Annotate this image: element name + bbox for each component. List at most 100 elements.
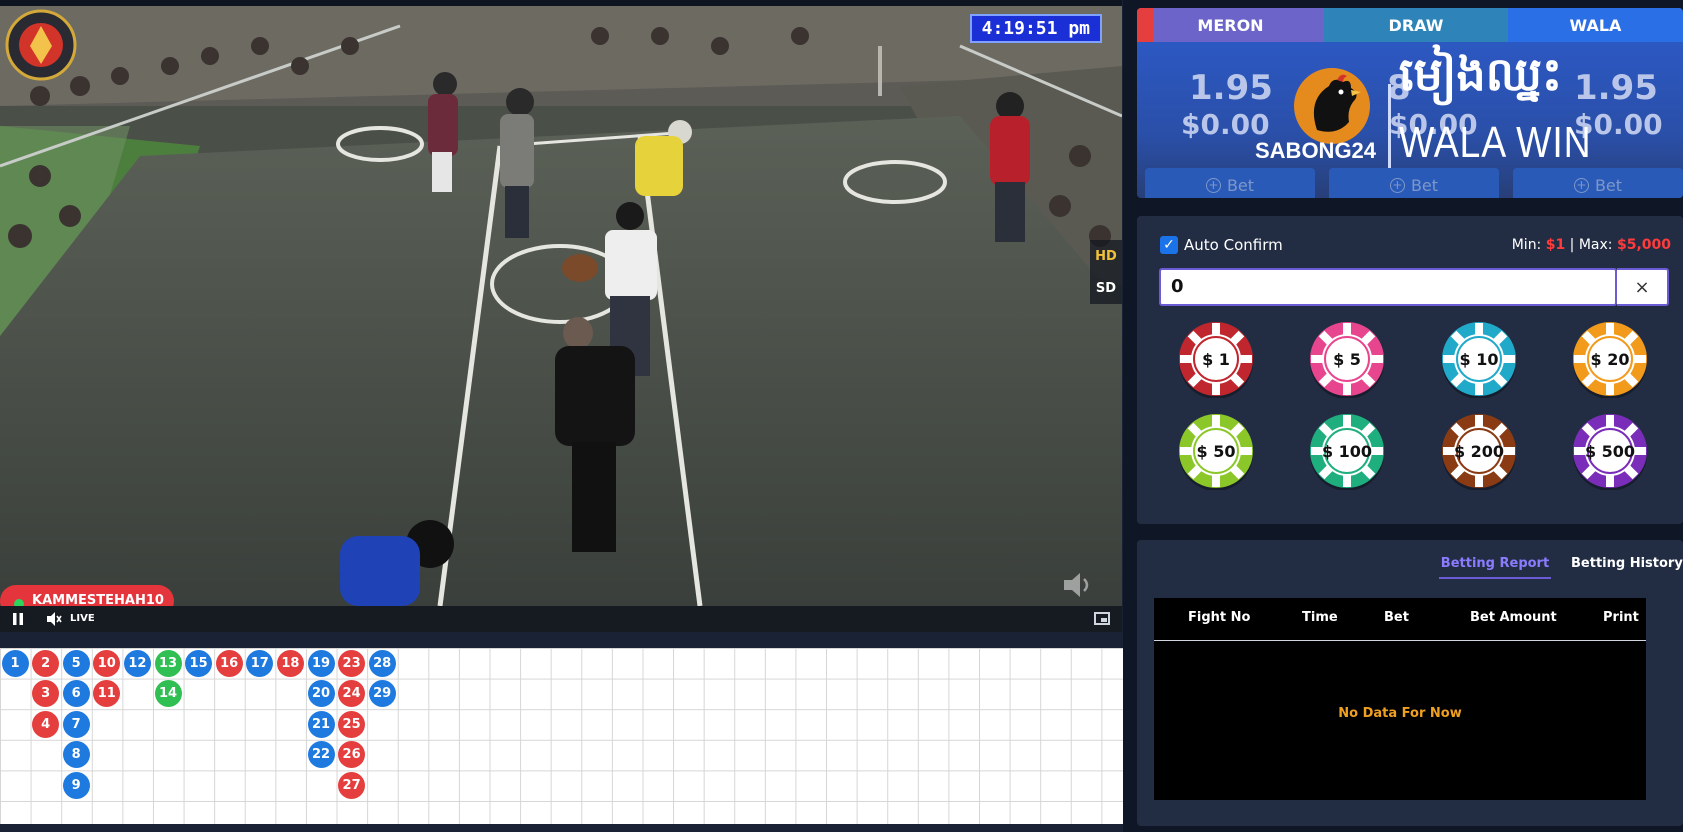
quality-hd-option[interactable]: HD [1095, 249, 1117, 264]
col-bet: Bet [1384, 610, 1409, 625]
auto-confirm-checkbox[interactable]: ✓ [1160, 236, 1178, 254]
chip-button[interactable]: $ 20 [1571, 320, 1649, 399]
picture-in-picture-icon[interactable] [1094, 612, 1110, 625]
chip-button[interactable]: $ 100 [1308, 412, 1386, 491]
quality-sd-option[interactable]: SD [1096, 281, 1116, 296]
roadmap-bead-draw: 14 [154, 680, 182, 708]
col-bet-amount: Bet Amount [1470, 610, 1557, 625]
bet-board: MERON DRAW WALA 1.95 8 1.95 $0.00 $0.00 … [1137, 8, 1683, 198]
roadmap-bead-wala: 29 [368, 680, 396, 708]
roadmap-bead-draw: 13 [154, 649, 182, 677]
table-header: Fight No Time Bet Bet Amount Print [1154, 610, 1646, 630]
chip-label: $ 10 [1459, 349, 1499, 369]
chip-label: $ 100 [1321, 441, 1373, 461]
tab-betting-report[interactable]: Betting Report [1439, 556, 1551, 579]
video-control-bar: LIVE [0, 606, 1122, 632]
roadmap-bead-wala: 19 [307, 649, 335, 677]
max-value: $5,000 [1616, 237, 1671, 253]
bet-meron-label: Bet [1226, 175, 1255, 195]
chip-label: $ 5 [1333, 349, 1361, 369]
roadmap-bead-wala: 8 [62, 741, 90, 769]
mute-icon[interactable] [46, 611, 62, 627]
roadmap-bead-wala: 15 [185, 649, 213, 677]
chip-button[interactable]: $ 1 [1177, 320, 1255, 399]
bet-input-panel: ✓ Auto Confirm Min: $1 | Max: $5,000 0 ×… [1137, 216, 1683, 524]
tab-betting-history[interactable]: Betting History [1571, 556, 1683, 577]
chip-button[interactable]: $ 10 [1440, 320, 1518, 399]
roadmap-bead-wala: 21 [307, 710, 335, 738]
plus-circle-icon: + [1205, 177, 1221, 193]
win-khmer-text: មៀងឈ្នះ [1399, 47, 1563, 101]
chip-label: $ 500 [1584, 441, 1636, 461]
chip-label: $ 50 [1196, 441, 1236, 461]
clear-amount-button[interactable]: × [1617, 268, 1669, 306]
roadmap-bead-wala: 6 [62, 680, 90, 708]
chip-button[interactable]: $ 200 [1440, 412, 1518, 491]
max-label: Max: [1578, 237, 1613, 253]
meron-odds: 1.95 [1189, 68, 1273, 108]
meron-amount: $0.00 [1181, 108, 1270, 141]
draw-header: DRAW [1324, 8, 1508, 42]
roadmap-bead-wala: 28 [368, 649, 396, 677]
min-value: $1 [1545, 237, 1566, 253]
meron-header: MERON [1137, 8, 1324, 42]
betting-report-table: Fight No Time Bet Bet Amount Print No Da… [1154, 598, 1646, 800]
report-panel: Betting Report Betting History Fight No … [1137, 540, 1683, 826]
bet-meron-button[interactable]: + Bet [1145, 168, 1315, 198]
auto-confirm-label: Auto Confirm [1184, 236, 1283, 254]
roadmap-bead-wala: 5 [62, 649, 90, 677]
bet-wala-button[interactable]: + Bet [1513, 168, 1683, 198]
auto-confirm[interactable]: ✓ Auto Confirm [1160, 236, 1283, 254]
quality-selector[interactable]: HD SD [1090, 240, 1122, 304]
min-label: Min: [1511, 237, 1542, 253]
bet-amount-input[interactable]: 0 [1159, 268, 1617, 306]
chip-button[interactable]: $ 50 [1177, 412, 1255, 491]
roadmap-bead-meron: 4 [32, 710, 60, 738]
roadmap-bead-wala: 9 [62, 771, 90, 799]
sabong-grandmaster-cup-logo [5, 9, 77, 81]
chip-button[interactable]: $ 5 [1308, 320, 1386, 399]
roadmap-bead-wala: 20 [307, 680, 335, 708]
empty-state-message: No Data For Now [1338, 706, 1462, 721]
roadmap-bead-meron: 25 [338, 710, 366, 738]
volume-overlay-icon[interactable] [1060, 570, 1096, 600]
roadmap-bead-meron: 10 [93, 649, 121, 677]
plus-circle-icon: + [1573, 177, 1589, 193]
roadmap-bead-meron: 16 [215, 649, 243, 677]
chip-button[interactable]: $ 500 [1571, 412, 1649, 491]
roadmap-bead-meron: 2 [32, 649, 60, 677]
chip-label: $ 1 [1202, 349, 1230, 369]
roadmap-bead-meron: 23 [338, 649, 366, 677]
cockpit-arena-video-frame [0, 6, 1122, 606]
limits-separator: | [1569, 237, 1579, 253]
bet-limits: Min: $1 | Max: $5,000 [1512, 237, 1671, 253]
roadmap-bead-meron: 27 [338, 771, 366, 799]
chip-label: $ 200 [1453, 441, 1505, 461]
roadmap-bead-wala: 7 [62, 710, 90, 738]
wala-header: WALA [1508, 8, 1683, 42]
roadmap-bead-meron: 3 [32, 680, 60, 708]
live-video-player[interactable]: 4:19:51 pm HD SD KAMMESTEHAH10 LIVE [0, 0, 1122, 632]
bet-wala-label: Bet [1594, 175, 1623, 195]
video-clock: 4:19:51 pm [969, 14, 1102, 43]
col-time: Time [1302, 610, 1338, 625]
col-fight-no: Fight No [1188, 610, 1251, 625]
live-label: LIVE [70, 613, 95, 624]
betting-panel: MERON DRAW WALA 1.95 8 1.95 $0.00 $0.00 … [1123, 0, 1683, 832]
roadmap-bead-wala: 17 [246, 649, 274, 677]
sabong24-brand: SABONG24 [1255, 138, 1377, 163]
overlay-divider [1388, 84, 1391, 168]
bet-draw-button[interactable]: + Bet [1329, 168, 1499, 198]
fight-result-roadmap: 1 2 3 4 5 6 7 8 9 10 11 12 13 14 15 16 17 18 19 20 21 22 23 24 2… [0, 648, 1123, 824]
table-header-divider [1154, 640, 1646, 641]
plus-circle-icon: + [1389, 177, 1405, 193]
roadmap-bead-wala: 12 [123, 649, 151, 677]
col-print: Print [1603, 610, 1639, 625]
win-result-text: WALA WIN [1399, 118, 1592, 167]
chip-label: $ 20 [1590, 349, 1630, 369]
bet-draw-label: Bet [1410, 175, 1439, 195]
roadmap-bead-wala: 22 [307, 741, 335, 769]
pause-icon[interactable] [12, 613, 24, 625]
roadmap-bead-meron: 18 [276, 649, 304, 677]
wala-odds: 1.95 [1574, 68, 1658, 108]
